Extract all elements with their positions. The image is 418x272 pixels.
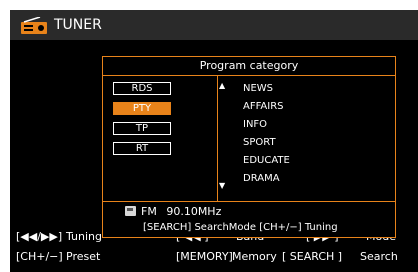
search-label: Search [360, 250, 398, 263]
tuning-label: Tuning [66, 230, 103, 243]
preset-key: [CH+/−] [16, 250, 63, 263]
category-item-affairs[interactable]: AFFAIRS [243, 101, 284, 112]
preset-label: Preset [66, 250, 101, 263]
mode-rds-button[interactable]: RDS [113, 82, 171, 95]
page-title: TUNER [54, 17, 102, 33]
mode-tp-button[interactable]: TP [113, 122, 171, 135]
tuning-key: [◀◀/▶▶] [16, 230, 63, 243]
memory-label: Memory [232, 250, 277, 263]
list-divider [217, 76, 218, 201]
dialog-hint: [SEARCH] SearchMode [CH+/−] Tuning [143, 222, 338, 233]
band-value: FM [141, 205, 157, 218]
mode-rt-button[interactable]: RT [113, 142, 171, 155]
category-item-news[interactable]: NEWS [243, 83, 273, 94]
category-item-drama[interactable]: DRAMA [243, 173, 280, 184]
radio-icon [21, 17, 47, 34]
search-key: [ SEARCH ] [282, 250, 343, 263]
tuner-status-icon [125, 206, 136, 216]
frequency-value: 90.10MHz [166, 205, 222, 218]
arrow-down-icon[interactable]: ▼ [219, 181, 225, 190]
category-item-educate[interactable]: EDUCATE [243, 155, 290, 166]
mode-pty-button[interactable]: PTY [113, 102, 171, 115]
category-item-sport[interactable]: SPORT [243, 137, 276, 148]
tuner-screen: TUNER [◀◀/▶▶] Tuning [ ◀◀ ] Band [ ▶▶ ] … [10, 10, 418, 272]
program-category-dialog: Program category RDS PTY TP RT ▲ ▼ NEWS … [102, 56, 396, 238]
dialog-title: Program category [103, 57, 395, 76]
dialog-divider [103, 201, 395, 202]
memory-key: [MEMORY] [176, 250, 233, 263]
title-bar: TUNER [10, 10, 418, 40]
frequency-readout: FM 90.10MHz [141, 205, 221, 218]
category-item-info[interactable]: INFO [243, 119, 267, 130]
arrow-up-icon[interactable]: ▲ [219, 81, 225, 90]
